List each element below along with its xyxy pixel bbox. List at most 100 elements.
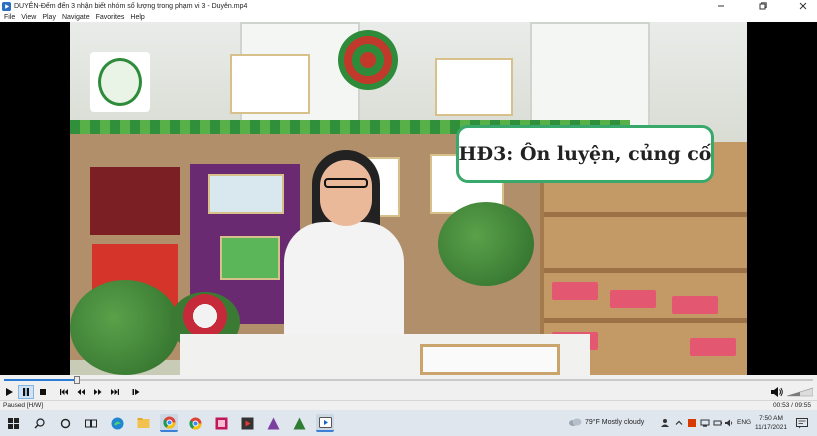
wall-card <box>230 54 310 114</box>
media-player-icon <box>318 416 332 428</box>
search-button[interactable] <box>30 414 48 432</box>
people-icon[interactable] <box>660 418 670 428</box>
classroom-window <box>530 22 650 132</box>
taskbar-app-chrome-2[interactable] <box>186 414 204 432</box>
taskbar-app-onenote[interactable] <box>264 414 282 432</box>
network-icon[interactable] <box>700 418 710 428</box>
clock[interactable]: 7:50 AM 11/17/2021 <box>752 414 790 432</box>
language-indicator[interactable]: ENG <box>737 419 751 426</box>
wall-panel <box>90 167 180 235</box>
skip-forward-button[interactable] <box>107 385 123 399</box>
speaker-icon[interactable] <box>724 418 734 428</box>
close-button[interactable] <box>789 0 817 12</box>
seek-thumb[interactable] <box>74 376 80 384</box>
lesson-caption: HĐ3: Ôn luyện, củng cố <box>458 143 712 165</box>
minimize-icon <box>718 5 724 7</box>
maximize-button[interactable] <box>749 0 777 12</box>
seek-track[interactable] <box>4 379 813 381</box>
toy-bin <box>690 338 736 356</box>
menu-favorites[interactable]: Favorites <box>96 14 125 21</box>
skip-back-button[interactable] <box>56 385 72 399</box>
task-view-icon <box>85 419 97 427</box>
shelf-divider <box>544 212 747 217</box>
dartboard <box>338 30 398 90</box>
rewind-icon <box>77 389 85 395</box>
shelf-divider <box>544 318 747 323</box>
show-hidden-icons-chevron-icon[interactable] <box>674 418 684 428</box>
taskbar-app-media-player[interactable] <box>316 414 334 432</box>
clock-time: 7:50 AM <box>759 415 783 422</box>
notifications-button[interactable] <box>793 414 811 432</box>
skip-back-icon <box>60 389 68 395</box>
toy-bin <box>610 290 656 308</box>
menu-navigate[interactable]: Navigate <box>62 14 90 21</box>
fast-forward-button[interactable] <box>90 385 106 399</box>
video-area[interactable]: HĐ3: Ôn luyện, củng cố <box>0 22 817 375</box>
taskbar-app-edge[interactable] <box>108 414 126 432</box>
school-logo <box>90 52 150 112</box>
app-icon <box>293 417 305 429</box>
cortana-button[interactable] <box>56 414 74 432</box>
toy-bin <box>672 296 718 314</box>
battery-icon[interactable] <box>713 418 723 428</box>
playback-controls <box>0 384 817 400</box>
video-frame[interactable]: HĐ3: Ôn luyện, củng cố <box>70 22 747 375</box>
volume-slider[interactable] <box>787 387 813 397</box>
playback-status: Paused [H/W] <box>3 402 44 409</box>
fast-forward-icon <box>94 389 102 395</box>
edge-icon <box>111 417 123 429</box>
toy-bin <box>552 282 598 300</box>
window-title: DUYÊN-Đếm đến 3 nhận biết nhóm số lượng … <box>14 2 248 10</box>
cortana-icon <box>60 418 70 428</box>
shelf-divider <box>544 268 747 273</box>
menu-bar: File View Play Navigate Favorites Help <box>0 12 817 22</box>
wall-card <box>435 58 513 116</box>
playback-time: 00:53 / 09:55 <box>773 402 811 409</box>
frame-step-button[interactable] <box>128 385 144 399</box>
taskbar-app-8[interactable] <box>290 414 308 432</box>
start-button[interactable] <box>4 414 22 432</box>
lesson-caption-banner: HĐ3: Ôn luyện, củng cố <box>456 125 714 183</box>
menu-view[interactable]: View <box>21 14 36 21</box>
pause-icon <box>23 388 29 396</box>
clock-date: 11/17/2021 <box>754 424 788 431</box>
media-player-icon <box>2 1 11 11</box>
volume-icon[interactable] <box>770 385 784 399</box>
play-button[interactable] <box>1 385 17 399</box>
file-explorer-icon <box>137 418 149 428</box>
windows-icon <box>7 417 19 429</box>
menu-help[interactable]: Help <box>130 14 144 21</box>
seek-bar[interactable] <box>0 375 817 384</box>
menu-play[interactable]: Play <box>42 14 56 21</box>
weather-cloud-icon <box>569 418 582 426</box>
wooden-tray <box>420 344 560 375</box>
seek-progress <box>4 379 77 381</box>
pause-button[interactable] <box>18 385 34 399</box>
stop-button[interactable] <box>35 385 51 399</box>
potted-plant <box>438 202 534 286</box>
teacher-glasses <box>324 178 368 188</box>
rewind-button[interactable] <box>73 385 89 399</box>
status-bar: Paused [H/W] 00:53 / 09:55 <box>0 400 817 410</box>
photos-icon <box>215 417 227 429</box>
taskbar-app-chrome[interactable] <box>160 414 178 432</box>
task-view-button[interactable] <box>82 414 100 432</box>
office-icon[interactable] <box>687 418 697 428</box>
weather-text[interactable]: 79°F Mostly cloudy <box>585 419 644 426</box>
minimize-button[interactable] <box>707 0 735 12</box>
frame-step-icon <box>132 389 140 395</box>
taskbar-app-photos[interactable] <box>212 414 230 432</box>
teacher-shirt <box>284 222 404 334</box>
teacher-face <box>320 160 372 226</box>
taskbar-app-media[interactable] <box>238 414 256 432</box>
title-bar[interactable]: DUYÊN-Đếm đến 3 nhận biết nhóm số lượng … <box>0 0 817 12</box>
restore-icon <box>759 2 767 10</box>
notification-icon <box>796 417 808 428</box>
car-card <box>220 236 280 280</box>
menu-file[interactable]: File <box>4 14 15 21</box>
taskbar-app-files[interactable] <box>134 414 152 432</box>
potted-plant <box>70 280 180 375</box>
play-icon <box>6 388 13 396</box>
taskbar: 79°F Mostly cloudy ENG 7:50 AM 11/17/202… <box>0 410 817 436</box>
airplane-card <box>208 174 284 214</box>
